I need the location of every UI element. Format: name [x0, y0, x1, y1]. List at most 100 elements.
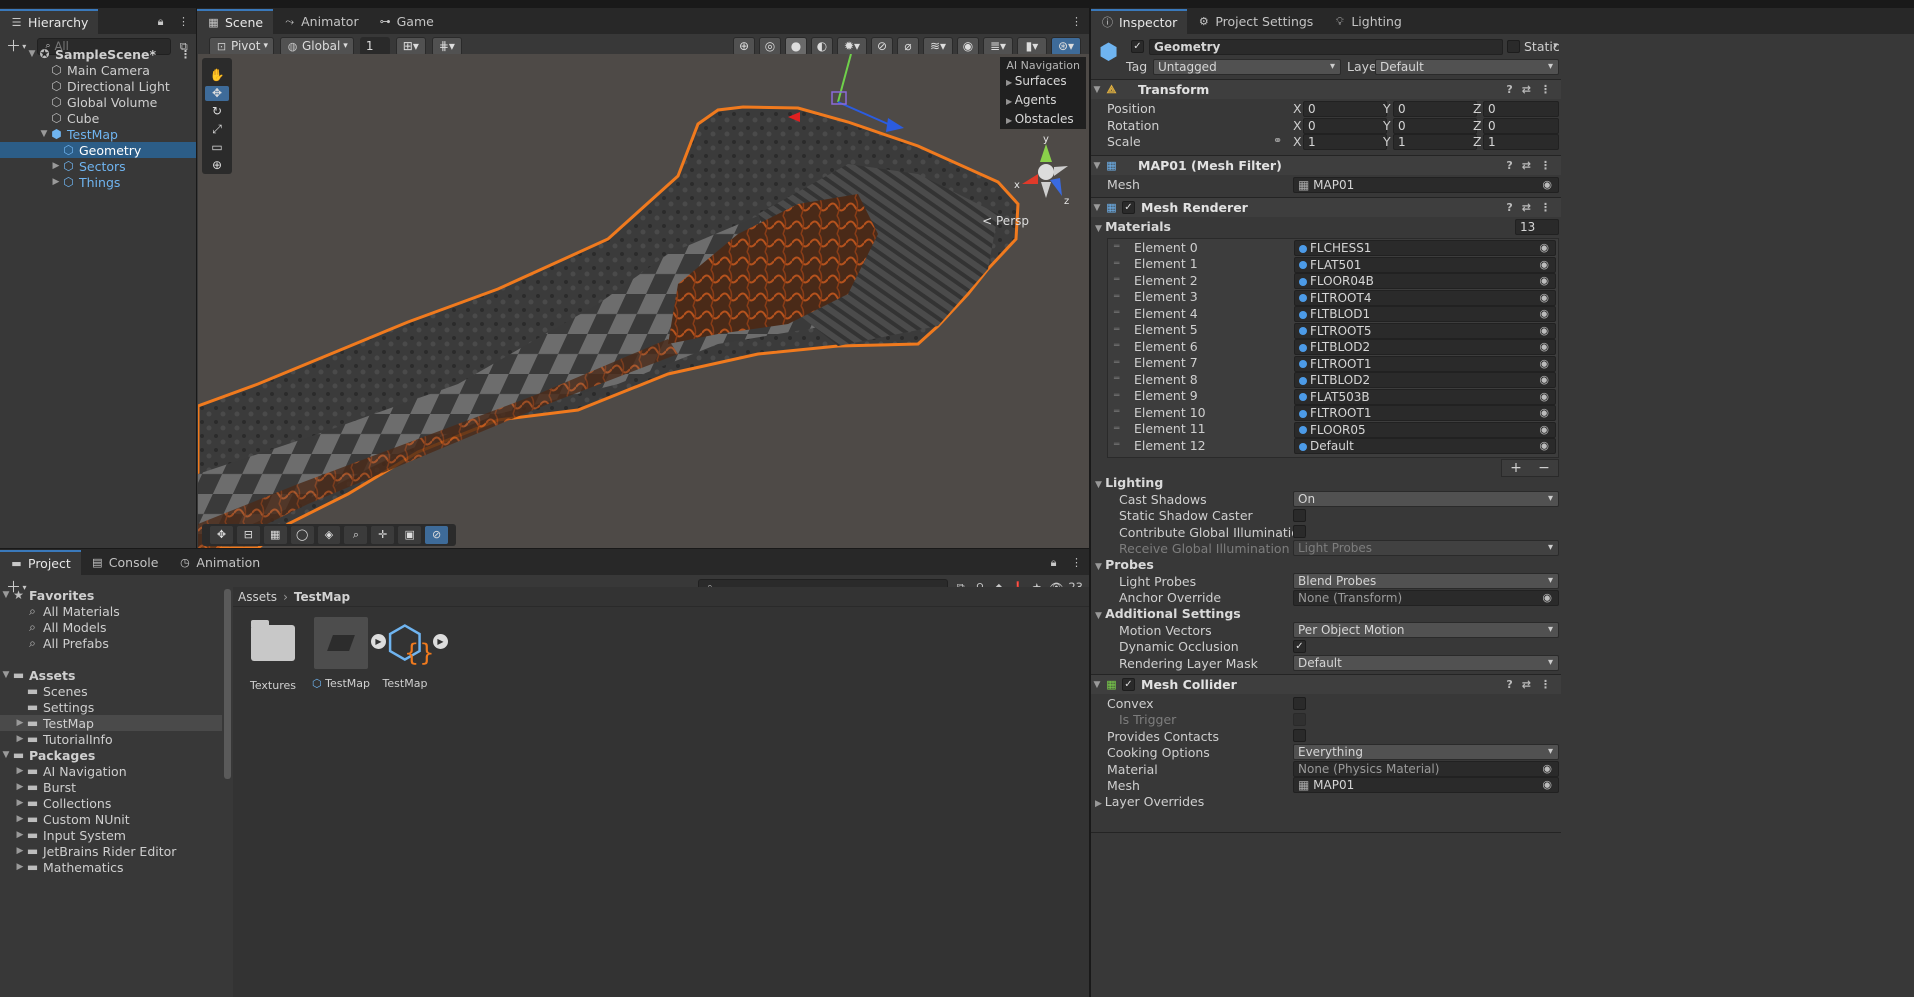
move-tool-icon[interactable]: ✥ — [205, 86, 229, 101]
material-field[interactable]: Default ◉ — [1294, 438, 1556, 454]
orbit-icon[interactable]: ◯ — [290, 526, 314, 544]
transform-tool-icon[interactable]: ⊕ — [205, 158, 229, 173]
rotation-y-field[interactable]: 0 — [1393, 118, 1477, 134]
material-field[interactable]: FLTROOT4 ◉ — [1294, 289, 1556, 306]
object-picker-icon[interactable]: ◉ — [1539, 390, 1549, 404]
drag-handle-icon[interactable]: ═ — [1108, 292, 1128, 302]
packages-header[interactable]: ▼ ▬ Packages — [0, 747, 222, 763]
preset-icon[interactable]: ⇄ — [1522, 159, 1531, 172]
drag-handle-icon[interactable]: ═ — [1108, 391, 1128, 401]
caret-down-icon[interactable]: ▼ — [38, 129, 50, 139]
tree-item-main-camera[interactable]: ⬡ Main Camera — [0, 62, 196, 78]
debug-mode-button[interactable]: ✹▾ — [837, 36, 867, 56]
caret-right-icon[interactable]: ▶ — [14, 846, 26, 856]
more-menu-icon[interactable]: ⋮ — [179, 48, 192, 61]
search-icon[interactable]: ⌕ — [344, 526, 368, 544]
grid-icon[interactable]: ▦ — [263, 526, 287, 544]
material-element[interactable]: ═ Element 4 FLTBLOD1 ◉ — [1108, 305, 1558, 322]
orientation-gizmo[interactable]: x y z — [1014, 134, 1069, 207]
drag-handle-icon[interactable]: ═ — [1108, 242, 1128, 252]
gizmos-button[interactable]: ⊛▾ — [1051, 36, 1081, 56]
tab-scene[interactable]: ▦ Scene — [197, 9, 274, 34]
wireframe-button[interactable]: ◎ — [759, 36, 781, 56]
hand-tool-icon[interactable]: ✋ — [205, 68, 229, 83]
tree-item-cube[interactable]: ⬡ Cube — [0, 110, 196, 126]
drag-handle-icon[interactable]: ═ — [1108, 358, 1128, 368]
object-picker-icon[interactable]: ◉ — [1539, 258, 1549, 272]
object-picker-icon[interactable]: ◉ — [1539, 439, 1549, 453]
grid-snap-button[interactable]: ⊞▾ — [395, 36, 426, 56]
material-field[interactable]: FLAT501 ◉ — [1294, 256, 1556, 273]
package-item[interactable]: ▶ ▬ Custom NUnit — [0, 811, 222, 827]
caret-right-icon[interactable]: ▶ — [14, 862, 26, 872]
material-element[interactable]: ═ Element 8 FLTBLOD2 ◉ — [1108, 371, 1558, 388]
collider-material-field[interactable]: None (Physics Material) ◉ — [1293, 761, 1559, 777]
materials-count-field[interactable]: 13 — [1515, 219, 1559, 235]
more-menu-icon[interactable]: ⋮ — [177, 15, 190, 28]
increment-snap-button[interactable]: ⋕▾ — [431, 36, 462, 56]
visibility-button[interactable]: ◉ — [957, 36, 979, 56]
tab-lighting[interactable]: 💡︎ Lighting — [1323, 9, 1412, 34]
caret-right-icon[interactable]: ▶ — [14, 814, 26, 824]
grid-size-field[interactable]: 1 — [359, 36, 390, 56]
material-element[interactable]: ═ Element 5 FLTROOT5 ◉ — [1108, 322, 1558, 339]
tree-item-things[interactable]: ▶ ⬡ Things — [0, 174, 196, 190]
material-field[interactable]: FLOOR05 ◉ — [1294, 421, 1556, 438]
tab-inspector[interactable]: ⓘ Inspector — [1091, 9, 1188, 34]
object-picker-icon[interactable]: ◉ — [1539, 357, 1549, 371]
tab-animation[interactable]: ◷ Animation — [168, 550, 271, 575]
object-picker-icon[interactable]: ◉ — [1539, 291, 1549, 305]
material-element[interactable]: ═ Element 3 FLTROOT4 ◉ — [1108, 289, 1558, 306]
motion-vectors-dropdown[interactable]: Per Object Motion — [1293, 622, 1559, 638]
material-field[interactable]: FLOOR04B ◉ — [1294, 273, 1556, 289]
material-field[interactable]: FLTBLOD2 ◉ — [1294, 339, 1556, 355]
material-field[interactable]: FLTROOT5 ◉ — [1294, 322, 1556, 339]
dynamic-occlusion-checkbox[interactable]: ✓ — [1293, 640, 1306, 653]
tag-dropdown[interactable]: Untagged — [1153, 59, 1341, 75]
anchor-override-field[interactable]: None (Transform) ◉ — [1293, 590, 1559, 606]
scale-z-field[interactable]: 1 — [1483, 134, 1559, 150]
compass-icon[interactable]: ⊘ — [425, 526, 449, 544]
lighting-toggle-button[interactable]: ⊘ — [871, 36, 893, 56]
layer-overrides-foldout[interactable]: ▶ Layer Overrides — [1095, 794, 1204, 809]
more-menu-icon[interactable]: ⋮ — [1540, 83, 1551, 96]
drag-handle-icon[interactable]: ═ — [1108, 407, 1128, 417]
assets-header[interactable]: ▼ ▬ Assets — [0, 667, 222, 683]
object-picker-icon[interactable]: ◉ — [1539, 241, 1549, 255]
help-icon[interactable]: ? — [1506, 83, 1512, 96]
preset-icon[interactable]: ⇄ — [1522, 201, 1531, 214]
more-menu-icon[interactable]: ⋮ — [1070, 556, 1083, 569]
object-picker-icon[interactable]: ◉ — [1542, 591, 1552, 605]
camera-settings-button[interactable]: ▮▾ — [1017, 36, 1047, 56]
drag-handle-icon[interactable]: ═ — [1108, 424, 1128, 434]
caret-right-icon[interactable]: ▶ — [14, 782, 26, 792]
position-y-field[interactable]: 0 — [1393, 101, 1477, 117]
mesh-renderer-enabled-checkbox[interactable]: ✓ — [1122, 201, 1135, 214]
static-checkbox[interactable] — [1507, 40, 1520, 53]
object-picker-icon[interactable]: ◉ — [1539, 307, 1549, 321]
tree-item-testmap[interactable]: ▼ ⬢ TestMap — [0, 126, 196, 142]
caret-right-icon[interactable]: ▶ — [50, 161, 62, 171]
camera-icon[interactable]: ▣ — [398, 526, 422, 544]
material-field[interactable]: FLTROOT1 ◉ — [1294, 405, 1556, 421]
caret-down-icon[interactable]: ▼ — [0, 750, 12, 760]
package-item[interactable]: ▶ ▬ Input System — [0, 827, 222, 843]
effects-button[interactable]: ≋▾ — [923, 36, 953, 56]
persp-toggle[interactable]: < Persp — [982, 214, 1029, 228]
tree-item-directional-light[interactable]: ⬡ Directional Light — [0, 78, 196, 94]
ai-nav-agents[interactable]: ▶ Agents — [1006, 93, 1080, 107]
provides-contacts-checkbox[interactable] — [1293, 729, 1306, 742]
scene-viewport[interactable]: x y z ✋ ✥ ↻ ⤢ ▭ ⊕ AI Navigation ▶ Surfac… — [198, 54, 1089, 548]
asset-testmap-prefab[interactable]: ⬡{} ▶ TestMap — [375, 617, 448, 690]
pivot-icon[interactable]: ✛ — [371, 526, 395, 544]
caret-right-icon[interactable]: ▶ — [14, 766, 26, 776]
play-icon[interactable]: ▶ — [433, 634, 448, 649]
object-picker-icon[interactable]: ◉ — [1539, 274, 1549, 288]
mesh-collider-enabled-checkbox[interactable]: ✓ — [1122, 678, 1135, 691]
material-element[interactable]: ═ Element 11 FLOOR05 ◉ — [1108, 421, 1558, 438]
lighting-foldout[interactable]: ▼ Lighting — [1095, 475, 1163, 490]
materials-foldout[interactable]: ▼ Materials — [1095, 219, 1171, 234]
more-menu-icon[interactable]: ⋮ — [1540, 201, 1551, 214]
transform-header[interactable]: ▼ ⟁ Transform ? ⇄ ⋮ — [1091, 79, 1561, 99]
material-element[interactable]: ═ Element 9 FLAT503B ◉ — [1108, 388, 1558, 405]
